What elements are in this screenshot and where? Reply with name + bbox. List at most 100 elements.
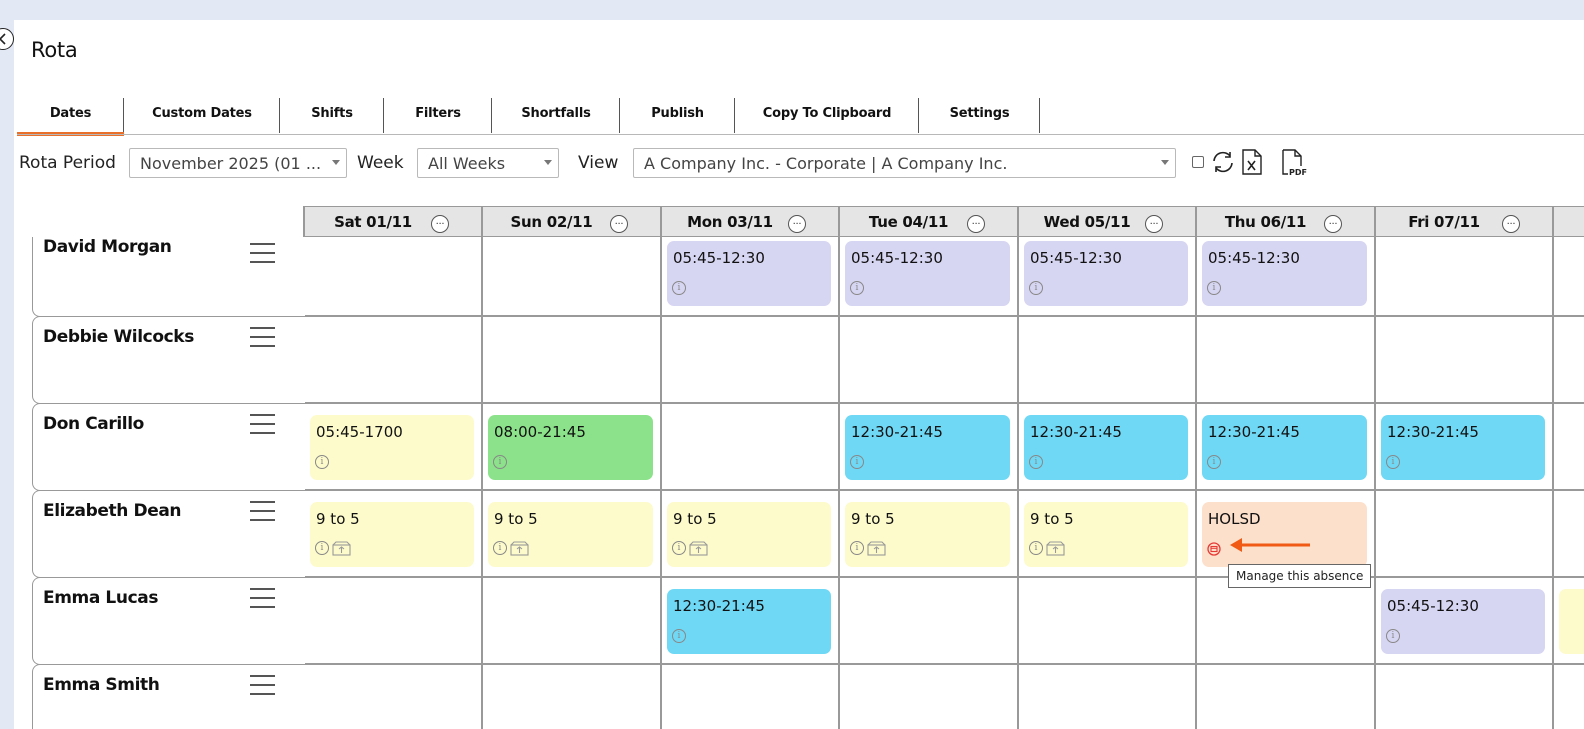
shift-icons (1207, 542, 1221, 556)
shift-card[interactable]: 05:45-12:30 i (1381, 589, 1545, 654)
shift-label: 08:00-21:45 (494, 423, 586, 441)
task-box-icon[interactable] (689, 541, 709, 556)
shift-label: 05:45-12:30 (1030, 249, 1122, 267)
day-menu-button[interactable]: ... (610, 215, 628, 233)
day-menu-button[interactable]: ... (1502, 215, 1520, 233)
shift-label: 05:45-12:30 (851, 249, 943, 267)
shift-card[interactable]: 12:30-21:45 i (1381, 415, 1545, 480)
info-icon[interactable]: i (1386, 629, 1400, 643)
hamburger-menu-icon[interactable] (250, 243, 275, 270)
info-icon[interactable]: i (850, 455, 864, 469)
shift-icons: i (1386, 455, 1400, 469)
info-icon[interactable]: i (493, 455, 507, 469)
toolbar-checkbox[interactable] (1192, 156, 1204, 168)
shift-card[interactable]: 9 to 5 i (310, 502, 474, 567)
chevron-left-icon (0, 33, 6, 45)
tab-filters[interactable]: Filters (384, 92, 492, 135)
employee-name: Emma Smith (43, 675, 160, 695)
tab-shifts[interactable]: Shifts (280, 92, 384, 135)
shift-card[interactable]: 05:45-12:30 i (1024, 241, 1188, 306)
tab-publish[interactable]: Publish (620, 92, 735, 135)
info-icon[interactable]: i (672, 281, 686, 295)
info-icon[interactable]: i (1029, 281, 1043, 295)
info-icon[interactable]: i (493, 541, 507, 555)
shift-card[interactable]: 9 to 5 i (667, 502, 831, 567)
day-menu-button[interactable]: ... (431, 215, 449, 233)
shift-card[interactable]: 08:00-21:45 i (488, 415, 653, 480)
shift-icons: i (315, 541, 352, 556)
hamburger-menu-icon[interactable] (250, 414, 275, 441)
info-icon[interactable]: i (315, 455, 329, 469)
tabs-divider (17, 134, 1584, 135)
shift-card[interactable]: 12:30-21:45 i (1024, 415, 1188, 480)
shift-card[interactable]: 9 to 5 i (845, 502, 1010, 567)
task-box-icon[interactable] (867, 541, 887, 556)
back-button[interactable] (0, 28, 14, 50)
tab-dates[interactable]: Dates (17, 92, 124, 136)
task-box-icon[interactable] (332, 541, 352, 556)
shift-card[interactable]: 12:30-21:45 i (667, 589, 831, 654)
shift-icons: i (493, 541, 530, 556)
info-icon[interactable]: i (850, 281, 864, 295)
hamburger-menu-icon[interactable] (250, 501, 275, 528)
shift-card[interactable]: 9 to 5 i (1024, 502, 1188, 567)
shift-icons: i (850, 541, 887, 556)
day-header-label: Sat 01/11 (334, 212, 412, 231)
excel-export-icon[interactable] (1241, 149, 1263, 175)
info-icon[interactable]: i (1029, 541, 1043, 555)
employee-name: Elizabeth Dean (43, 501, 182, 521)
shift-icons: i (850, 281, 864, 295)
day-header: Thu 06/11... (1196, 206, 1375, 237)
day-header-label: Fri 07/11 (1408, 212, 1480, 231)
info-icon[interactable]: i (1207, 455, 1221, 469)
day-header: Wed 05/11... (1018, 206, 1196, 237)
shift-card[interactable]: 05:45-12:30 i (845, 241, 1010, 306)
absence-calendar-icon[interactable] (1207, 542, 1221, 556)
shift-card[interactable]: 12:30-21:45 i (1202, 415, 1367, 480)
hamburger-menu-icon[interactable] (250, 588, 275, 615)
shift-card[interactable]: 05:45-12:30 i (667, 241, 831, 306)
hamburger-menu-icon[interactable] (250, 675, 275, 702)
hamburger-menu-icon[interactable] (250, 327, 275, 354)
info-icon[interactable]: i (850, 541, 864, 555)
day-menu-button[interactable]: ... (967, 215, 985, 233)
tab-settings[interactable]: Settings (919, 92, 1040, 135)
row-divider (304, 576, 1584, 578)
day-menu-button[interactable]: ... (788, 215, 806, 233)
info-icon[interactable]: i (672, 541, 686, 555)
shift-label: 9 to 5 (673, 510, 717, 528)
info-icon[interactable]: i (1386, 455, 1400, 469)
shift-icons: i (672, 281, 686, 295)
pdf-export-icon[interactable]: PDF (1280, 149, 1310, 177)
column-divider (1552, 206, 1554, 729)
column-divider (1195, 206, 1197, 729)
info-icon[interactable]: i (315, 541, 329, 555)
task-box-icon[interactable] (510, 541, 530, 556)
shift-card-offscreen[interactable] (1559, 589, 1584, 654)
shift-card[interactable]: 05:45-12:30 i (1202, 241, 1367, 306)
shift-card[interactable]: 05:45-1700 i (310, 415, 474, 480)
info-icon[interactable]: i (1029, 455, 1043, 469)
employee-name: Emma Lucas (43, 588, 159, 608)
day-menu-button[interactable]: ... (1145, 215, 1163, 233)
shift-card[interactable]: 12:30-21:45 i (845, 415, 1010, 480)
tab-custom-dates[interactable]: Custom Dates (124, 92, 280, 135)
info-icon[interactable]: i (1207, 281, 1221, 295)
employee-row: Debbie Wilcocks (32, 316, 305, 404)
tab-shortfalls[interactable]: Shortfalls (492, 92, 620, 135)
day-menu-button[interactable]: ... (1324, 215, 1342, 233)
refresh-icon[interactable] (1210, 150, 1236, 174)
tab-copy-to-clipboard[interactable]: Copy To Clipboard (735, 92, 919, 135)
day-header: Fri 07/11... (1375, 206, 1553, 237)
info-icon[interactable]: i (672, 629, 686, 643)
week-select[interactable]: All Weeks (417, 148, 559, 178)
employee-name: David Morgan (43, 237, 172, 257)
chevron-down-icon (332, 160, 340, 165)
shift-label: 05:45-12:30 (673, 249, 765, 267)
view-select[interactable]: A Company Inc. - Corporate | A Company I… (633, 148, 1176, 178)
rota-period-select[interactable]: November 2025 (01 ... (129, 148, 347, 178)
shift-card[interactable]: 9 to 5 i (488, 502, 653, 567)
task-box-icon[interactable] (1046, 541, 1066, 556)
shift-label: 05:45-1700 (316, 423, 403, 441)
column-divider (481, 206, 483, 729)
